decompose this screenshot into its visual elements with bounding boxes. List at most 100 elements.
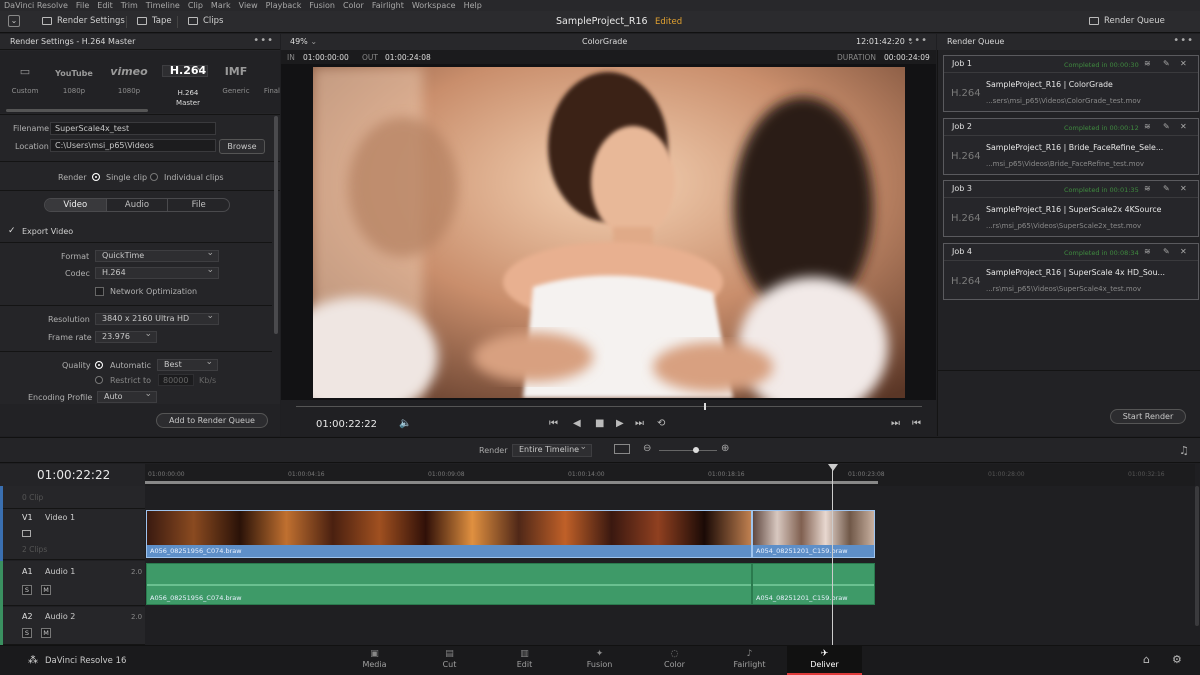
jump-start-icon[interactable]: ⏮ xyxy=(549,418,558,429)
viewer-mode[interactable]: ColorGrade xyxy=(582,37,627,46)
prev-edit-icon[interactable]: ⏮ xyxy=(912,418,921,429)
codec-select[interactable]: H.264 xyxy=(95,265,219,279)
zoom-slider-handle[interactable] xyxy=(693,447,699,453)
menu-davinci[interactable]: DaVinci Resolve xyxy=(4,1,68,10)
edit-icon[interactable]: ✎ xyxy=(1163,184,1170,193)
page-fusion[interactable]: ✦ Fusion xyxy=(562,645,637,675)
start-render-button[interactable]: Start Render xyxy=(1110,409,1186,424)
browse-button[interactable]: Browse xyxy=(219,139,265,154)
collapse-icon[interactable]: ⌄ xyxy=(8,15,20,27)
close-icon[interactable]: ✕ xyxy=(1180,184,1187,193)
quality-select[interactable]: Best xyxy=(157,357,218,371)
render-job[interactable]: Job 4 Completed in 00:08:34 ≋ ✎ ✕ H.264 Sam… xyxy=(943,243,1199,300)
render-job[interactable]: Job 1 Completed in 00:00:30 ≋ ✎ ✕ H.264 Sam… xyxy=(943,55,1199,112)
stop-icon[interactable]: ■ xyxy=(595,418,604,429)
render-job[interactable]: Job 3 Completed in 00:01:35 ≋ ✎ ✕ H.264 Sam… xyxy=(943,180,1199,237)
mute-button[interactable]: M xyxy=(41,585,51,595)
page-media[interactable]: ▣ Media xyxy=(337,645,412,675)
menu-edit[interactable]: Edit xyxy=(97,1,113,10)
menu-fusion[interactable]: Fusion xyxy=(309,1,335,10)
preset-youtube[interactable]: YouTube 1080p xyxy=(51,65,97,95)
close-icon[interactable]: ✕ xyxy=(1180,59,1187,68)
preset-final[interactable]: Final xyxy=(250,65,280,95)
menu-workspace[interactable]: Workspace xyxy=(412,1,456,10)
play-icon[interactable]: ▶ xyxy=(616,418,624,429)
close-icon[interactable]: ✕ xyxy=(1180,122,1187,131)
viewer-timecode-select[interactable]: 12:01:42:20 ⌄ xyxy=(856,37,914,46)
audio-clip[interactable]: A056_08251956_C074.braw xyxy=(146,563,752,605)
timeline-ruler[interactable]: 01:00:00:00 01:00:04:16 01:00:09:08 01:0… xyxy=(145,464,1195,486)
preset-scrollbar[interactable] xyxy=(6,109,148,112)
format-select[interactable]: QuickTime xyxy=(95,248,219,262)
single-clip-radio[interactable] xyxy=(92,173,100,181)
jump-end-icon[interactable]: ⏭ xyxy=(635,418,644,429)
zoom-select[interactable]: 49% ⌄ xyxy=(290,37,317,46)
checkmark-icon[interactable]: ✓ xyxy=(8,226,16,236)
preset-h264-master[interactable]: H.264 H.264 Master xyxy=(162,63,208,107)
render-settings-button[interactable]: Render Settings xyxy=(42,16,125,26)
playhead-handle-icon[interactable] xyxy=(828,464,838,471)
video-clip[interactable]: A054_08251201_C159.braw xyxy=(752,510,875,558)
music-note-icon[interactable]: ♫ xyxy=(1179,444,1189,457)
add-to-render-queue-button[interactable]: Add to Render Queue xyxy=(156,413,268,428)
settings-scrollbar[interactable] xyxy=(274,116,278,334)
page-deliver[interactable]: ✈ Deliver xyxy=(787,645,862,675)
close-icon[interactable]: ✕ xyxy=(1180,247,1187,256)
location-input[interactable]: C:\Users\msi_p65\Videos xyxy=(50,139,216,152)
preset-vimeo[interactable]: vimeo 1080p xyxy=(106,65,152,95)
zoom-out-icon[interactable]: ⊖ xyxy=(643,443,651,454)
tab-audio[interactable]: Audio xyxy=(107,199,169,211)
edit-icon[interactable]: ✎ xyxy=(1163,122,1170,131)
render-queue-button[interactable]: Render Queue xyxy=(1089,16,1165,26)
track-header-v1[interactable]: V1 Video 1 2 Clips xyxy=(0,509,145,560)
edit-icon[interactable]: ✎ xyxy=(1163,59,1170,68)
track-monitor-icon[interactable] xyxy=(22,530,31,537)
network-optimization-checkbox[interactable] xyxy=(95,287,104,296)
menu-timeline[interactable]: Timeline xyxy=(146,1,180,10)
menu-color[interactable]: Color xyxy=(343,1,364,10)
page-fairlight[interactable]: ♪ Fairlight xyxy=(712,645,787,675)
render-queue-options-icon[interactable]: ••• xyxy=(1173,35,1194,46)
preset-custom[interactable]: ▭ Custom xyxy=(2,65,48,95)
loop-icon[interactable]: ⟲ xyxy=(657,418,665,429)
scrub-playhead[interactable] xyxy=(704,403,706,410)
home-icon[interactable]: ⌂ xyxy=(1143,653,1150,666)
menu-file[interactable]: File xyxy=(76,1,89,10)
track-header-a1[interactable]: A1 Audio 1 2.0 S M xyxy=(0,561,145,606)
zoom-in-icon[interactable]: ⊕ xyxy=(721,443,729,454)
restrict-to-radio[interactable] xyxy=(95,376,103,384)
solo-button[interactable]: S xyxy=(22,628,32,638)
audio-clip[interactable]: A054_08251201_C159.braw xyxy=(752,563,875,605)
zoom-slider[interactable] xyxy=(659,450,717,451)
timeline-view-icon[interactable] xyxy=(614,444,630,454)
page-color[interactable]: ◌ Color xyxy=(637,645,712,675)
track-header-a2[interactable]: A2 Audio 2 2.0 S M xyxy=(0,607,145,645)
in-timecode[interactable]: 01:00:00:00 xyxy=(303,53,349,62)
menu-help[interactable]: Help xyxy=(464,1,482,10)
edit-icon[interactable]: ✎ xyxy=(1163,247,1170,256)
resolution-select[interactable]: 3840 x 2160 Ultra HD xyxy=(95,311,219,325)
tape-button[interactable]: Tape xyxy=(137,16,172,26)
scrub-bar[interactable] xyxy=(296,406,922,407)
framerate-select[interactable]: 23.976 xyxy=(95,329,157,343)
timeline-scrollbar[interactable] xyxy=(1195,486,1199,626)
viewer-options-icon[interactable]: ••• xyxy=(907,35,928,46)
timeline-playhead[interactable] xyxy=(832,464,833,645)
volume-icon[interactable]: 🔈 xyxy=(399,418,411,429)
render-range-bar[interactable] xyxy=(145,481,878,484)
tab-video[interactable]: Video xyxy=(45,199,107,211)
mute-button[interactable]: M xyxy=(41,628,51,638)
render-job[interactable]: Job 2 Completed in 00:00:12 ≋ ✎ ✕ H.264 Sam… xyxy=(943,118,1199,175)
quality-automatic-radio[interactable] xyxy=(95,361,103,369)
tab-file[interactable]: File xyxy=(168,199,229,211)
settings-gear-icon[interactable]: ⚙ xyxy=(1172,653,1182,666)
next-edit-icon[interactable]: ⏭ xyxy=(891,418,900,429)
menu-clip[interactable]: Clip xyxy=(188,1,203,10)
page-edit[interactable]: ▥ Edit xyxy=(487,645,562,675)
menu-trim[interactable]: Trim xyxy=(121,1,138,10)
menu-mark[interactable]: Mark xyxy=(211,1,231,10)
page-cut[interactable]: ▤ Cut xyxy=(412,645,487,675)
clips-button[interactable]: Clips xyxy=(188,16,223,26)
more-options-icon[interactable]: ••• xyxy=(253,35,274,46)
menu-fairlight[interactable]: Fairlight xyxy=(372,1,404,10)
